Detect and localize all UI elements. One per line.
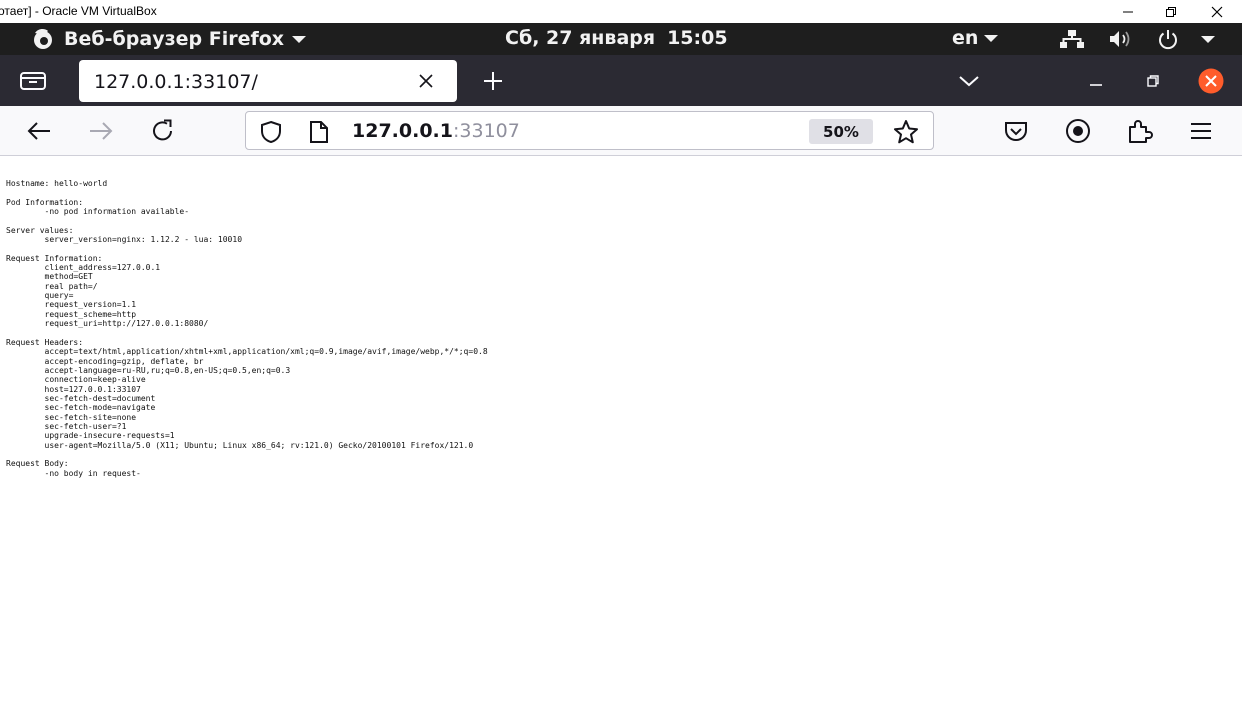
back-button[interactable] — [23, 115, 55, 147]
star-icon — [894, 120, 918, 144]
firefox-view-icon — [20, 72, 46, 90]
extensions-button[interactable] — [1124, 115, 1156, 147]
account-button[interactable] — [1062, 115, 1094, 147]
window-minimize-button[interactable] — [1083, 68, 1109, 94]
firefox-tab-strip: 127.0.0.1:33107/ — [0, 55, 1242, 106]
clock-date: Сб, 27 января — [505, 27, 656, 49]
url-text[interactable]: 127.0.0.1:33107 — [352, 120, 520, 142]
keyboard-layout-menu[interactable]: en — [952, 27, 999, 49]
hamburger-menu-icon — [1191, 123, 1211, 139]
pocket-button[interactable] — [1000, 115, 1032, 147]
host-close-button[interactable] — [1194, 0, 1240, 23]
site-info-button[interactable] — [306, 119, 332, 145]
app-menu[interactable]: Веб-браузер Firefox — [30, 27, 307, 51]
restore-icon — [1147, 75, 1159, 87]
reload-icon — [153, 119, 172, 141]
restore-icon — [1166, 6, 1176, 17]
power-icon — [1159, 30, 1177, 50]
chevron-down-icon — [292, 36, 307, 43]
shield-icon — [261, 120, 281, 144]
app-menu-label: Веб-браузер Firefox — [64, 28, 285, 50]
navigation-toolbar: 127.0.0.1:33107 50% — [0, 106, 1242, 156]
tab-close-button[interactable] — [415, 70, 437, 92]
gnome-top-panel: Веб-браузер Firefox Сб, 27 января 15:05 e… — [0, 23, 1242, 55]
host-minimize-button[interactable] — [1105, 0, 1151, 23]
chevron-down-icon — [959, 76, 979, 87]
volume-icon — [1110, 31, 1130, 47]
tab-active[interactable]: 127.0.0.1:33107/ — [79, 60, 457, 102]
chevron-down-icon — [1201, 36, 1215, 43]
close-icon — [419, 74, 433, 88]
host-title-bar: отает] - Oracle VM VirtualBox — [0, 0, 1242, 23]
url-port: :33107 — [452, 120, 520, 142]
clock-time: 15:05 — [667, 27, 728, 49]
forward-button[interactable] — [85, 115, 117, 147]
echo-server-response: Hostname: hello-world Pod Information: -… — [6, 179, 488, 478]
tab-title: 127.0.0.1:33107/ — [94, 71, 258, 93]
close-icon — [1198, 68, 1224, 94]
new-tab-button[interactable] — [480, 68, 506, 94]
pocket-icon — [1005, 122, 1027, 142]
window-close-button[interactable] — [1195, 68, 1227, 94]
url-host: 127.0.0.1 — [352, 120, 453, 142]
minimize-icon — [1090, 84, 1102, 86]
puzzle-icon — [1129, 120, 1153, 143]
bookmark-button[interactable] — [893, 119, 919, 145]
host-restore-button[interactable] — [1148, 0, 1194, 23]
app-menu-button[interactable] — [1185, 115, 1217, 147]
back-arrow-icon — [27, 122, 50, 140]
firefox-view-button[interactable] — [18, 68, 48, 94]
account-icon — [1066, 119, 1090, 143]
page-icon — [310, 121, 328, 143]
firefox-app-icon — [34, 28, 52, 49]
zoom-reset-button[interactable]: 50% — [809, 119, 873, 144]
close-icon — [1211, 6, 1223, 17]
keyboard-layout-label: en — [952, 27, 979, 49]
tracking-protection-button[interactable] — [258, 119, 284, 145]
reload-button[interactable] — [147, 115, 179, 147]
page-content: Hostname: hello-world Pod Information: -… — [0, 157, 1242, 728]
clock[interactable]: Сб, 27 января 15:05 — [505, 27, 728, 49]
plus-icon — [484, 72, 502, 90]
address-bar[interactable]: 127.0.0.1:33107 50% — [245, 111, 934, 150]
window-restore-button[interactable] — [1140, 68, 1166, 94]
host-window-title: отает] - Oracle VM VirtualBox — [0, 4, 157, 18]
power-menu[interactable] — [1154, 23, 1182, 55]
forward-arrow-icon — [90, 122, 113, 140]
system-menu-toggle[interactable] — [1196, 23, 1220, 55]
list-all-tabs-button[interactable] — [955, 68, 983, 94]
volume-indicator[interactable] — [1106, 23, 1136, 55]
chevron-down-icon — [984, 35, 999, 42]
network-indicator[interactable] — [1058, 23, 1086, 55]
minimize-icon — [1123, 11, 1133, 12]
network-icon — [1060, 30, 1084, 48]
